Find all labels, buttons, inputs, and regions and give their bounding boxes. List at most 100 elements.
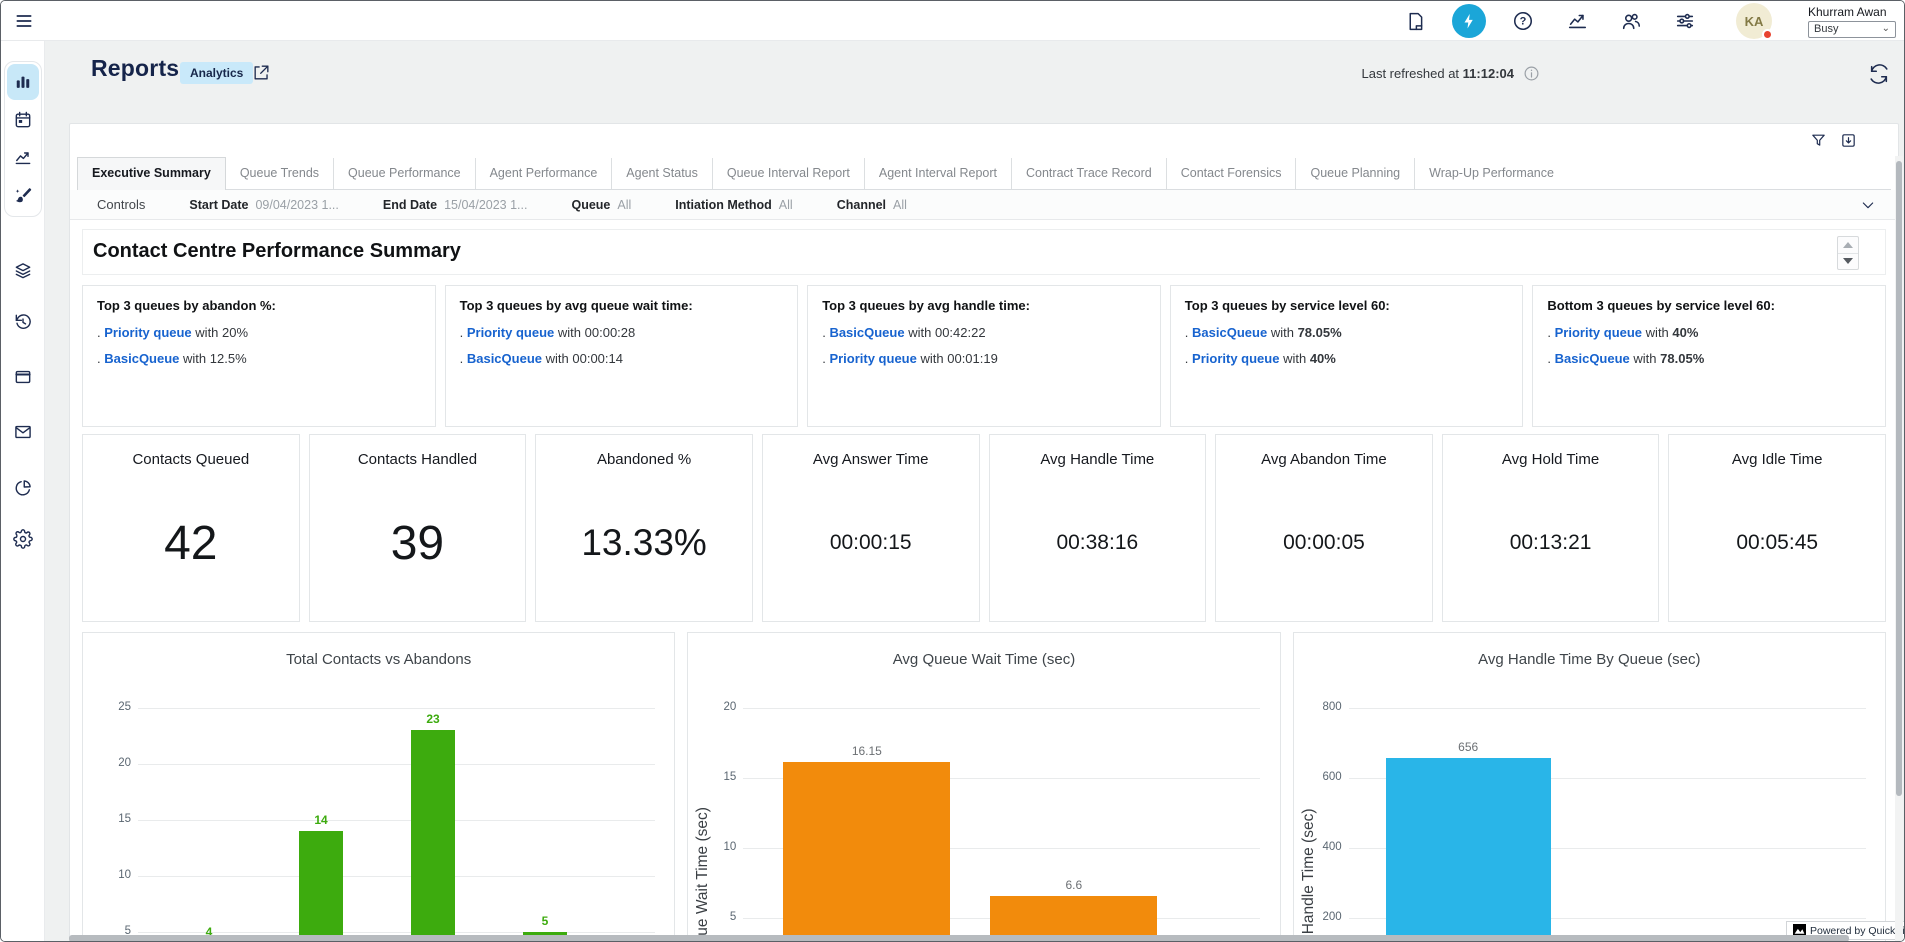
external-link-icon[interactable] [252,63,271,82]
queue-link[interactable]: BasicQueue [104,351,179,366]
filter-label: End Date [383,198,437,212]
insight-value: 00:00:14 [572,351,623,366]
queue-link[interactable]: BasicQueue [467,351,542,366]
sidebar-item-settings[interactable] [5,521,41,557]
preferences-icon[interactable] [1674,10,1696,32]
sidebar-item-pie-chart[interactable] [5,470,41,506]
info-icon[interactable] [1523,65,1540,87]
main-area: Reports Analytics Last refreshed at 11:1… [45,41,1904,941]
topbar-actions: ? KA Khurram Awan Busy ⌄ [1404,1,1896,41]
charts-row: Total Contacts vs Abandons 2520151054143… [82,632,1886,942]
agents-icon[interactable] [1620,10,1642,32]
filters: Start Date09/04/2023 1... End Date 15/04/2… [189,198,951,212]
tab-queue-performance[interactable]: Queue Performance [333,158,475,189]
status-select[interactable]: Busy ⌄ [1808,21,1896,38]
chart-total-contacts-vs-abandons: Total Contacts vs Abandons 2520151054143… [82,632,675,942]
tab-queue-trends[interactable]: Queue Trends [226,158,333,189]
filter-channel[interactable]: Channel All [837,198,907,212]
sidebar-item-bar-chart[interactable] [7,64,39,100]
avatar[interactable]: KA [1736,3,1772,39]
insight-card: Top 3 queues by avg handle time:. BasicQ… [807,285,1161,427]
tab-contract-trace-record[interactable]: Contract Trace Record [1011,158,1166,189]
filter-start-date[interactable]: Start Date09/04/2023 1... [189,198,338,212]
chart-avg-handle-time-by-queue: Avg Handle Time By Queue (sec) Avg Handl… [1293,632,1886,942]
insight-value: 00:00:28 [585,325,636,340]
bullet: . [1547,351,1551,366]
queue-link[interactable]: Priority queue [1192,351,1279,366]
user-name: Khurram Awan [1808,5,1896,19]
analytics-badge[interactable]: Analytics [180,62,253,84]
flash-icon[interactable] [1452,4,1486,38]
menu-icon[interactable] [14,11,34,31]
sidebar-item-calendar[interactable] [7,102,39,138]
queue-link[interactable]: Priority queue [829,351,916,366]
controls-bar: Controls Start Date09/04/2023 1...End Da… [70,190,1898,220]
queue-link[interactable]: BasicQueue [1192,325,1267,340]
tab-queue-planning[interactable]: Queue Planning [1295,158,1414,189]
status-value: Busy [1814,23,1838,35]
bar-avg-queue-wait-time [783,762,950,942]
y-tick-label: 10 [91,869,131,881]
insight-value: 40% [1672,325,1698,340]
insight-value: 40% [1310,351,1336,366]
insight-line: . Priority queue with 40% [1547,325,1871,340]
summary-title: Contact Centre Performance Summary [93,240,461,263]
tab-agent-status[interactable]: Agent Status [611,158,712,189]
kpi-value: 00:05:45 [1669,435,1885,621]
download-icon[interactable] [1840,132,1858,150]
metrics-icon[interactable] [1566,10,1588,32]
tab-executive-summary[interactable]: Executive Summary [77,157,226,190]
spinner-up-button[interactable] [1838,237,1858,254]
y-tick-label: 10 [696,841,736,853]
tab-agent-interval-report[interactable]: Agent Interval Report [864,158,1011,189]
sidebar-item-design[interactable] [7,178,39,214]
help-icon[interactable]: ? [1512,10,1534,32]
controls-chevron-icon[interactable] [1860,197,1876,213]
queue-link[interactable]: BasicQueue [1555,351,1630,366]
tab-wrap-up-performance[interactable]: Wrap-Up Performance [1414,158,1568,189]
tab-contact-forensics[interactable]: Contact Forensics [1166,158,1296,189]
queue-link[interactable]: Priority queue [467,325,554,340]
filter-value: All [893,198,907,212]
insight-value: 20% [222,325,248,340]
queue-link[interactable]: Priority queue [104,325,191,340]
tabs: Executive SummaryQueue TrendsQueue Perfo… [77,160,1891,190]
queue-link[interactable]: BasicQueue [829,325,904,340]
filter-icon[interactable] [1810,132,1828,150]
chart-plot: 201510516.156.6 [688,633,1279,942]
sidebar-item-mail[interactable] [5,414,41,450]
sidebar-item-line-chart[interactable] [7,140,39,176]
kpi-value: 13.33% [536,435,752,621]
filter-intiation-method[interactable]: Intiation MethodAll [675,198,792,212]
insight-card-title: Bottom 3 queues by service level 60: [1547,298,1871,313]
refresh-icon[interactable] [1868,63,1890,85]
filter-end-date[interactable]: End Date 15/04/2023 1... [383,198,528,212]
y-tick-label: 25 [91,701,131,713]
sidebar-item-history[interactable] [5,304,41,340]
insight-mid-text: with [1271,325,1294,340]
insight-mid-text: with [1283,351,1306,366]
sidebar-item-layers[interactable] [5,253,41,289]
gridline [138,876,655,877]
horizontal-scrollbar[interactable] [69,935,1849,942]
insight-card: Bottom 3 queues by service level 60:. Pr… [1532,285,1886,427]
y-tick-label: 200 [1302,911,1342,923]
insight-value: 78.05% [1660,351,1704,366]
insight-card: Top 3 queues by abandon %:. Priority que… [82,285,436,427]
queue-link[interactable]: Priority queue [1555,325,1642,340]
last-refreshed-label: Last refreshed at [1361,66,1459,81]
sidebar [1,41,45,941]
vertical-scrollbar-thumb[interactable] [1896,161,1902,796]
insight-mid-text: with [183,351,206,366]
bullet: . [822,351,826,366]
notes-icon[interactable] [1404,10,1426,32]
tab-agent-performance[interactable]: Agent Performance [475,158,612,189]
vertical-scrollbar[interactable] [1895,156,1903,941]
filter-queue[interactable]: QueueAll [571,198,631,212]
spinner-down-button[interactable] [1838,254,1858,270]
sidebar-item-window[interactable] [5,359,41,395]
filter-value: 15/04/2023 1... [444,198,527,212]
y-tick-label: 5 [696,911,736,923]
tab-queue-interval-report[interactable]: Queue Interval Report [712,158,864,189]
filter-label: Channel [837,198,886,212]
